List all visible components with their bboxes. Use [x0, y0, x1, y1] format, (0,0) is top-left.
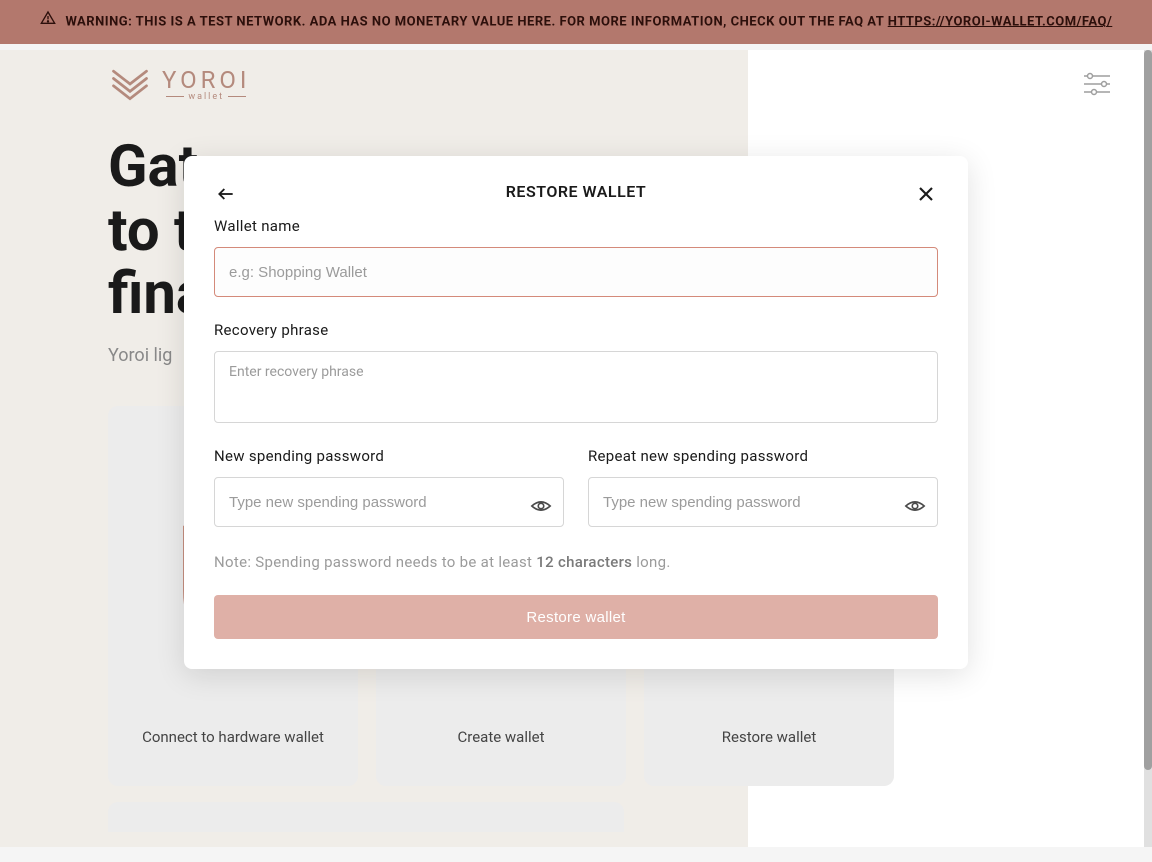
note-strong: 12 characters — [536, 553, 632, 571]
restore-wallet-button[interactable]: Restore wallet — [214, 595, 938, 639]
recovery-phrase-field: Recovery phrase Enter recovery phrase — [214, 321, 938, 423]
restore-wallet-modal: RESTORE WALLET Wallet name Recovery phra… — [184, 156, 968, 669]
toggle-password-visibility-icon[interactable] — [530, 495, 552, 517]
wallet-name-field: Wallet name — [214, 217, 938, 297]
repeat-password-label: Repeat new spending password — [588, 447, 938, 465]
recovery-phrase-input[interactable]: Enter recovery phrase — [214, 351, 938, 423]
recovery-phrase-placeholder: Enter recovery phrase — [229, 364, 364, 380]
note-prefix: Note: Spending password needs to be at l… — [214, 553, 536, 571]
toggle-password-visibility-icon[interactable] — [904, 495, 926, 517]
repeat-password-field: Repeat new spending password — [588, 447, 938, 527]
close-button[interactable] — [914, 182, 938, 206]
wallet-name-label: Wallet name — [214, 217, 938, 235]
password-note: Note: Spending password needs to be at l… — [214, 553, 938, 571]
new-password-field: New spending password — [214, 447, 564, 527]
new-password-input[interactable] — [214, 477, 564, 527]
modal-header: RESTORE WALLET — [214, 182, 938, 201]
password-row: New spending password Repeat new spendin… — [214, 447, 938, 527]
new-password-label: New spending password — [214, 447, 564, 465]
back-button[interactable] — [214, 182, 238, 206]
modal-overlay: RESTORE WALLET Wallet name Recovery phra… — [0, 0, 1152, 847]
wallet-name-input[interactable] — [214, 247, 938, 297]
modal-title: RESTORE WALLET — [506, 182, 646, 201]
recovery-phrase-label: Recovery phrase — [214, 321, 938, 339]
repeat-password-input[interactable] — [588, 477, 938, 527]
note-suffix: long. — [632, 553, 670, 571]
